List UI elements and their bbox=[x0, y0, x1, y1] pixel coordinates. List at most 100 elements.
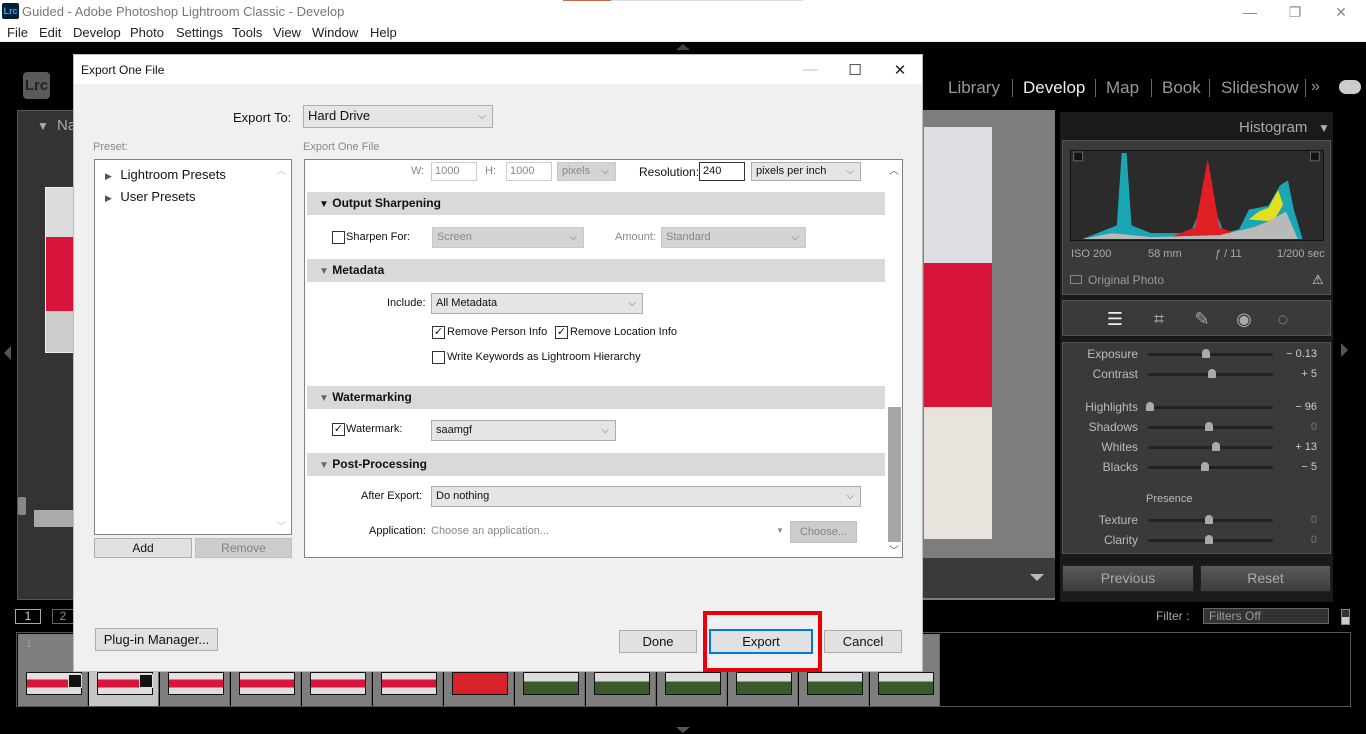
watermark-select[interactable]: saamgf ⌵ bbox=[431, 420, 616, 441]
remove-location-info-checkbox[interactable]: ✓ bbox=[555, 326, 568, 339]
filter-select[interactable]: Filters Off bbox=[1203, 608, 1329, 624]
slider-thumb-shadows[interactable] bbox=[1204, 422, 1213, 431]
module-map[interactable]: Map bbox=[1106, 78, 1139, 98]
section-metadata[interactable]: ▼ Metadata bbox=[307, 259, 885, 282]
slider-thumb-highlights[interactable] bbox=[1146, 402, 1155, 411]
view-2-button[interactable]: 2 bbox=[52, 609, 74, 624]
menu-photo[interactable]: Photo bbox=[130, 25, 164, 40]
height-input[interactable]: 1000 bbox=[506, 162, 552, 181]
scroll-down-icon[interactable]: ﹀ bbox=[276, 518, 286, 533]
navigator-collapse-icon[interactable]: ▼ bbox=[37, 119, 49, 133]
scroll-up-icon[interactable]: ︿ bbox=[889, 162, 899, 177]
application-dropdown-icon[interactable]: ▼ bbox=[776, 526, 784, 535]
write-keywords-checkbox[interactable] bbox=[432, 351, 445, 364]
previous-button[interactable]: Previous bbox=[1062, 565, 1194, 592]
reset-button[interactable]: Reset bbox=[1200, 565, 1331, 592]
restore-button[interactable]: ❐ bbox=[1275, 2, 1315, 22]
cancel-button[interactable]: Cancel bbox=[824, 630, 902, 653]
navigator-preview[interactable] bbox=[45, 187, 75, 353]
after-export-select[interactable]: Do nothing ⌵ bbox=[431, 486, 861, 507]
left-panel-scrollbar[interactable] bbox=[18, 497, 26, 515]
more-modules-icon[interactable]: » bbox=[1311, 78, 1320, 96]
slider-thumb-clarity[interactable] bbox=[1204, 535, 1213, 544]
sharpen-for-checkbox[interactable] bbox=[332, 231, 345, 244]
section-post-processing[interactable]: ▼ Post-Processing bbox=[307, 453, 885, 476]
slider-value-texture[interactable]: 0 bbox=[1267, 514, 1317, 526]
toolbar-options-icon[interactable] bbox=[1030, 574, 1044, 581]
section-watermarking[interactable]: ▼ Watermarking bbox=[307, 386, 885, 409]
slider-thumb-blacks[interactable] bbox=[1200, 462, 1209, 471]
width-input[interactable]: 1000 bbox=[431, 162, 477, 181]
masking-icon[interactable]: ◌ bbox=[1272, 308, 1294, 330]
preset-item-selected[interactable] bbox=[34, 510, 74, 527]
resolution-units-select[interactable]: pixels per inch ⌵ bbox=[751, 162, 861, 181]
section-output-sharpening[interactable]: ▼ Output Sharpening bbox=[307, 192, 885, 215]
module-library[interactable]: Library bbox=[948, 78, 1000, 98]
slider-thumb-texture[interactable] bbox=[1204, 515, 1213, 524]
right-panel-toggle-icon[interactable] bbox=[1341, 343, 1348, 357]
slider-track-exposure[interactable] bbox=[1148, 353, 1273, 356]
slider-thumb-contrast[interactable] bbox=[1208, 369, 1217, 378]
menu-view[interactable]: View bbox=[273, 25, 301, 40]
slider-thumb-whites[interactable] bbox=[1211, 442, 1220, 451]
menu-help[interactable]: Help bbox=[370, 25, 397, 40]
warning-icon[interactable]: ⚠ bbox=[1312, 272, 1324, 288]
include-metadata-select[interactable]: All Metadata ⌵ bbox=[431, 293, 643, 314]
cloud-sync-icon[interactable] bbox=[1339, 80, 1361, 94]
menu-window[interactable]: Window bbox=[312, 25, 358, 40]
slider-value-highlights[interactable]: − 96 bbox=[1267, 401, 1317, 413]
plugin-manager-button[interactable]: Plug-in Manager... bbox=[95, 628, 218, 651]
slider-value-whites[interactable]: + 13 bbox=[1267, 441, 1317, 453]
photo-preview[interactable] bbox=[924, 127, 992, 539]
red-eye-icon[interactable]: ◉ bbox=[1233, 308, 1255, 330]
preset-folder-user[interactable]: ▶ User Presets bbox=[105, 188, 196, 206]
module-book[interactable]: Book bbox=[1162, 78, 1201, 98]
menu-settings[interactable]: Settings bbox=[176, 25, 223, 40]
menu-file[interactable]: File bbox=[7, 25, 28, 40]
slider-value-exposure[interactable]: − 0.13 bbox=[1267, 348, 1317, 360]
slider-track-whites[interactable] bbox=[1148, 446, 1273, 449]
left-panel-toggle-icon[interactable] bbox=[4, 346, 11, 360]
scroll-down-icon[interactable]: ﹀ bbox=[889, 542, 899, 557]
healing-icon[interactable]: ✎ bbox=[1191, 308, 1213, 330]
top-panel-toggle-icon[interactable] bbox=[676, 44, 690, 50]
application-placeholder[interactable]: Choose an application... bbox=[431, 525, 549, 537]
slider-thumb-exposure[interactable] bbox=[1202, 349, 1211, 358]
sharpen-for-select[interactable]: Screen ⌵ bbox=[432, 227, 584, 248]
menu-develop[interactable]: Develop bbox=[73, 25, 121, 40]
slider-value-shadows[interactable]: 0 bbox=[1267, 421, 1317, 433]
dialog-close-button[interactable]: ✕ bbox=[890, 61, 910, 79]
add-preset-button[interactable]: Add bbox=[94, 538, 192, 558]
watermark-checkbox[interactable]: ✓ bbox=[332, 423, 345, 436]
dialog-maximize-button[interactable]: ☐ bbox=[845, 61, 865, 79]
slider-track-highlights[interactable] bbox=[1148, 406, 1273, 409]
histogram-collapse-icon[interactable]: ▼ bbox=[1318, 121, 1330, 135]
filter-lock-toggle[interactable] bbox=[1341, 609, 1350, 625]
dialog-minimize-button[interactable]: — bbox=[800, 61, 820, 79]
slider-value-clarity[interactable]: 0 bbox=[1267, 534, 1317, 546]
done-button[interactable]: Done bbox=[619, 630, 697, 653]
minimize-button[interactable]: — bbox=[1230, 2, 1270, 22]
preset-folder-lightroom[interactable]: ▶ Lightroom Presets bbox=[105, 166, 226, 184]
size-units-select[interactable]: pixels ⌵ bbox=[557, 162, 616, 181]
slider-value-contrast[interactable]: + 5 bbox=[1267, 368, 1317, 380]
original-photo-checkbox[interactable] bbox=[1070, 275, 1082, 284]
remove-preset-button[interactable]: Remove bbox=[195, 538, 292, 558]
module-develop[interactable]: Develop bbox=[1023, 78, 1085, 98]
resolution-input[interactable]: 240 bbox=[699, 162, 745, 181]
menu-tools[interactable]: Tools bbox=[232, 25, 262, 40]
bottom-panel-toggle-icon[interactable] bbox=[676, 727, 690, 733]
amount-select[interactable]: Standard ⌵ bbox=[661, 227, 806, 248]
choose-application-button[interactable]: Choose... bbox=[790, 521, 857, 543]
slider-value-blacks[interactable]: − 5 bbox=[1267, 461, 1317, 473]
export-to-select[interactable]: Hard Drive ⌵ bbox=[303, 105, 493, 128]
menu-edit[interactable]: Edit bbox=[39, 25, 61, 40]
module-slideshow[interactable]: Slideshow bbox=[1221, 78, 1299, 98]
close-button[interactable]: ✕ bbox=[1321, 2, 1361, 22]
edit-sliders-icon[interactable]: ☰ bbox=[1104, 308, 1126, 330]
crop-icon[interactable]: ⌗ bbox=[1148, 308, 1170, 330]
slider-track-blacks[interactable] bbox=[1148, 466, 1273, 469]
settings-scrollbar-thumb[interactable] bbox=[888, 407, 901, 542]
view-1-button[interactable]: 1 bbox=[15, 609, 41, 624]
remove-person-info-checkbox[interactable]: ✓ bbox=[432, 326, 445, 339]
